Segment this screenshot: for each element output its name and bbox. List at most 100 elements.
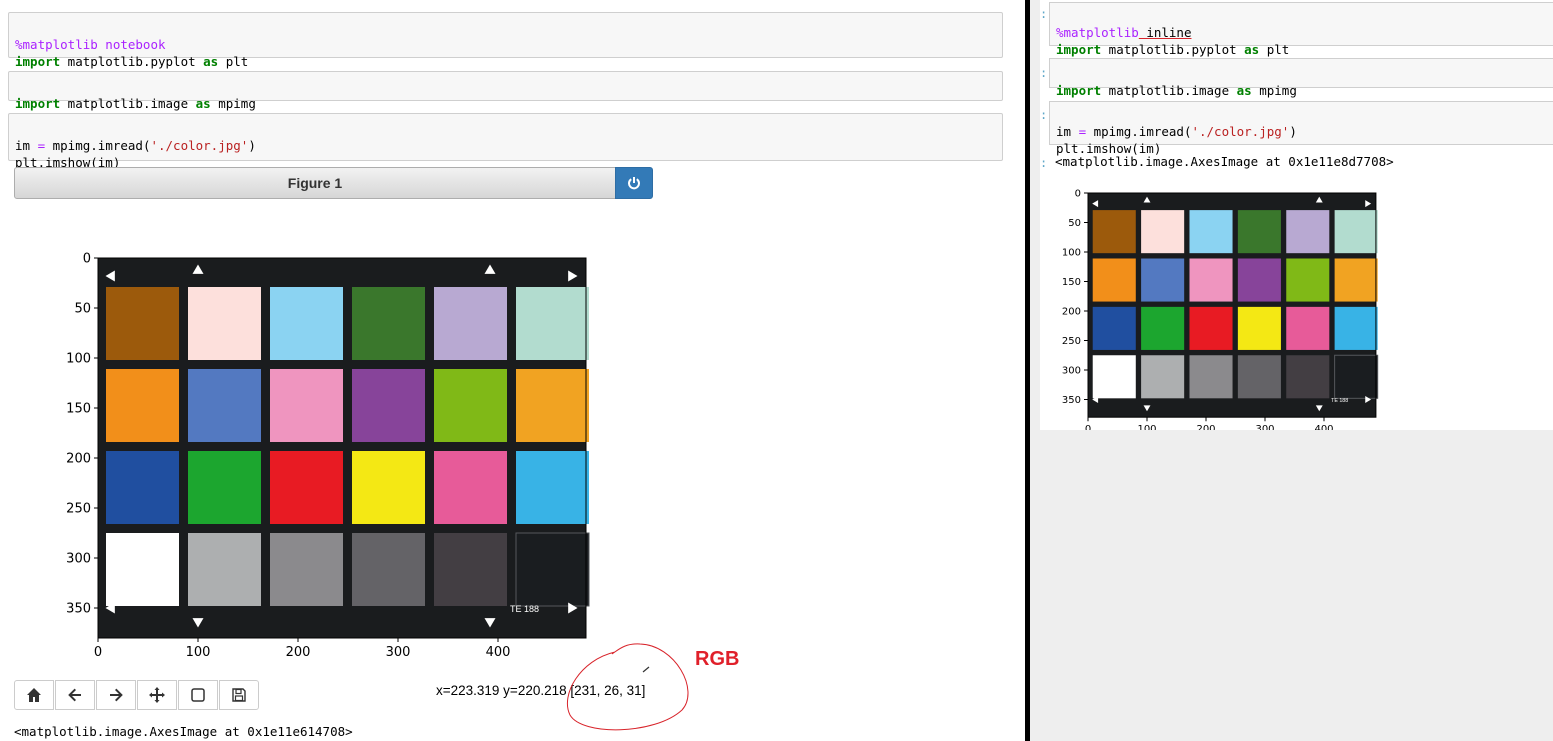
color-swatch	[106, 369, 179, 442]
cell-output: <matplotlib.image.AxesImage at 0x1e11e8d…	[1055, 154, 1394, 169]
y-tick-label: 250	[1062, 336, 1081, 347]
save-button[interactable]	[219, 680, 259, 710]
color-swatch	[1334, 210, 1378, 254]
back-icon	[68, 688, 81, 702]
color-swatch	[352, 287, 425, 360]
module-name: matplotlib.pyplot	[1101, 42, 1245, 57]
color-swatch	[1092, 306, 1136, 350]
color-swatch	[352, 533, 425, 606]
keyword-import: import	[15, 96, 61, 111]
string-literal: './color.jpg'	[150, 138, 249, 153]
color-swatch	[1189, 258, 1233, 302]
x-tick-label: 100	[1137, 424, 1156, 430]
color-swatch	[1141, 210, 1185, 254]
home-button[interactable]	[14, 680, 54, 710]
y-tick-label: 350	[66, 602, 91, 617]
inline-plot-image: TE 188 0 50 100 150 200 250 300 350 0 100 200 300 400	[1062, 189, 1379, 430]
back-button[interactable]	[55, 680, 95, 710]
pan-button[interactable]	[137, 680, 177, 710]
x-tick-label: 0	[1085, 424, 1091, 430]
figure-canvas[interactable]: TE 188 0 50 100 150 200 250 300 350 0 100 200 300 400	[60, 240, 620, 660]
alias-name: mpimg	[1251, 83, 1297, 98]
figure-title: Figure 1	[287, 175, 343, 191]
keyword-as: as	[203, 54, 219, 69]
cell-prompt: :	[1040, 156, 1048, 170]
color-swatch	[270, 451, 343, 524]
keyword-as: as	[195, 96, 211, 111]
magic-argument: inline	[1138, 25, 1192, 40]
keyword-as: as	[1236, 83, 1252, 98]
code-cell-1[interactable]: %matplotlib notebook import matplotlib.p…	[8, 12, 1003, 69]
keyword-import: import	[1056, 83, 1102, 98]
code-cell-2[interactable]: import matplotlib.image as mpimg	[8, 71, 1003, 111]
y-tick-label: 50	[1068, 218, 1081, 229]
color-swatch	[516, 369, 589, 442]
color-swatch	[106, 287, 179, 360]
zoom-rect-button[interactable]	[178, 680, 218, 710]
color-swatch	[1189, 306, 1233, 350]
y-tick-label: 150	[66, 402, 91, 417]
color-swatch	[1237, 355, 1281, 399]
alias-name: mpimg	[210, 96, 256, 111]
save-icon	[232, 688, 246, 702]
color-swatch	[1334, 306, 1378, 350]
keyword-import: import	[1056, 42, 1102, 57]
y-tick-label: 0	[1075, 189, 1081, 200]
color-swatch	[516, 287, 589, 360]
color-swatch	[434, 451, 507, 524]
code-text: im	[1056, 124, 1079, 139]
color-swatch	[1189, 355, 1233, 399]
color-swatch	[188, 287, 261, 360]
color-swatch	[1141, 306, 1185, 350]
color-swatch	[1189, 210, 1233, 254]
cell-output: <matplotlib.image.AxesImage at 0x1e11e61…	[14, 724, 353, 739]
alias-name: plt	[218, 54, 249, 69]
color-swatch	[106, 451, 179, 524]
color-swatch	[1237, 306, 1281, 350]
x-tick-label: 0	[94, 645, 102, 660]
color-swatch	[516, 451, 589, 524]
color-swatch	[270, 287, 343, 360]
color-swatch	[1334, 258, 1378, 302]
figure-toolbar	[14, 680, 260, 710]
module-name: matplotlib.image	[1101, 83, 1237, 98]
y-tick-label: 0	[83, 252, 91, 267]
right-code-cell-1[interactable]: %matplotlib inline import matplotlib.pyp…	[1049, 2, 1553, 57]
color-swatch	[1286, 355, 1330, 399]
pan-icon	[149, 687, 165, 703]
magic-command: %matplotlib	[1056, 25, 1139, 40]
code-cell-3[interactable]: im = mpimg.imread('./color.jpg') plt.ims…	[8, 113, 1003, 170]
code-text: )	[1289, 124, 1297, 139]
x-tick-label: 200	[1196, 424, 1215, 430]
x-tick-label: 300	[386, 645, 411, 660]
forward-button[interactable]	[96, 680, 136, 710]
color-swatch	[106, 533, 179, 606]
module-name: matplotlib.image	[60, 96, 196, 111]
color-swatch	[188, 451, 261, 524]
right-code-cell-2[interactable]: import matplotlib.image as mpimg	[1049, 58, 1553, 98]
color-swatch	[434, 533, 507, 606]
annotation-circle	[566, 643, 689, 731]
color-swatch	[188, 533, 261, 606]
y-tick-label: 100	[1062, 248, 1081, 259]
color-swatch	[1141, 258, 1185, 302]
code-text: )	[248, 138, 256, 153]
x-tick-label: 300	[1255, 424, 1274, 430]
color-swatch	[188, 369, 261, 442]
right-code-cell-3[interactable]: im = mpimg.imread('./color.jpg') plt.ims…	[1049, 101, 1553, 156]
code-text: mpimg.imread(	[45, 138, 151, 153]
x-tick-label: 400	[1314, 424, 1333, 430]
rgb-annotation: RGB	[695, 648, 740, 670]
cell-prompt: :	[1040, 7, 1048, 21]
code-text: mpimg.imread(	[1086, 124, 1192, 139]
color-swatch	[1092, 210, 1136, 254]
operator: =	[1078, 124, 1087, 139]
color-swatch	[1141, 355, 1185, 399]
color-swatch	[434, 287, 507, 360]
magic-command: %matplotlib notebook	[15, 37, 166, 52]
forward-icon	[110, 688, 123, 702]
y-tick-label: 150	[1062, 277, 1081, 288]
close-figure-button[interactable]	[615, 167, 653, 199]
module-name: matplotlib.pyplot	[60, 54, 204, 69]
color-swatch	[1092, 355, 1136, 399]
